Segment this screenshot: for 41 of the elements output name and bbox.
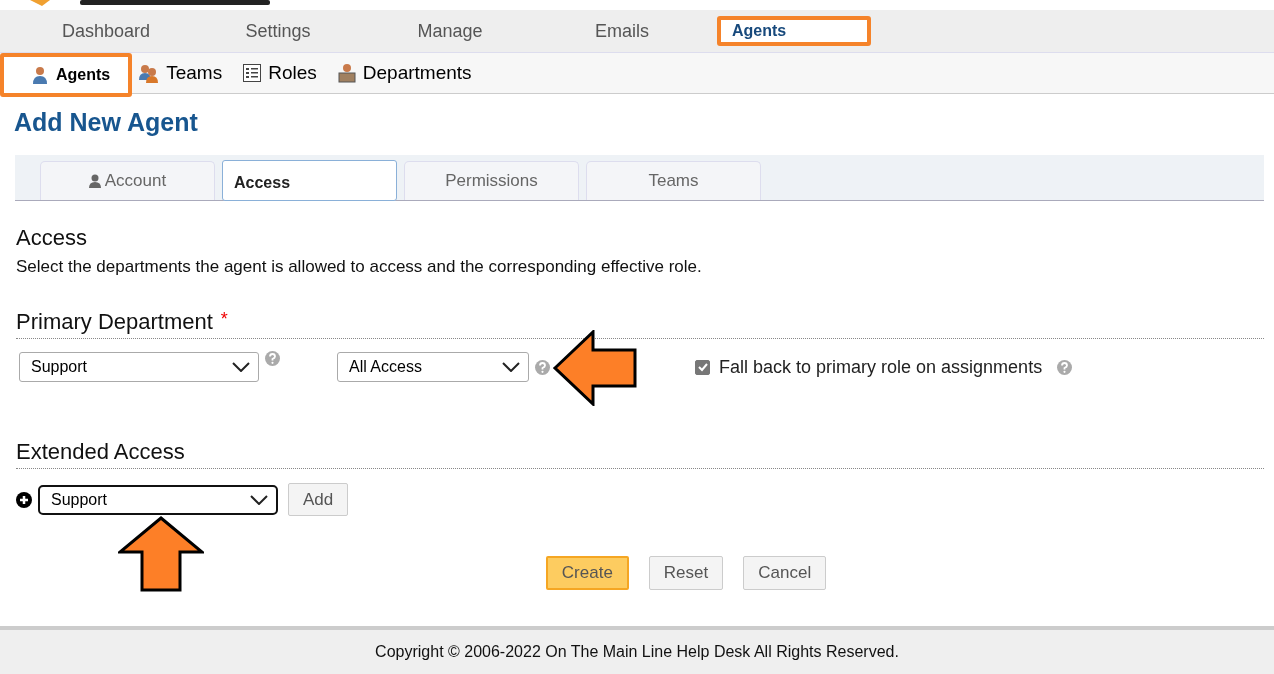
section-heading: Primary Department — [16, 309, 213, 335]
role-select[interactable]: All Access — [337, 352, 529, 382]
subnav-tab[interactable]: Roles — [236, 53, 331, 93]
nav-tab[interactable]: Manage — [364, 16, 536, 46]
person-icon — [30, 65, 50, 85]
form-tab[interactable]: Permissions — [404, 161, 579, 200]
checklist-icon — [242, 63, 263, 83]
chevron-down-icon — [232, 362, 250, 372]
nav-tab[interactable]: Agents — [717, 16, 871, 46]
add-button[interactable]: Add — [288, 483, 349, 516]
plus-icon — [16, 491, 32, 508]
people-icon — [138, 63, 161, 83]
help-icon[interactable] — [535, 359, 550, 375]
form-tab[interactable]: Teams — [586, 161, 761, 200]
help-icon[interactable] — [265, 351, 280, 366]
subnav-tab[interactable]: Agents — [0, 53, 133, 97]
person-at-desk-icon — [336, 63, 357, 83]
form-tab[interactable]: Account — [40, 161, 215, 200]
page-title: Add New Agent — [14, 108, 199, 137]
form-button[interactable]: Cancel — [743, 556, 827, 590]
section-title: Access — [16, 225, 88, 251]
nav-tab[interactable]: Settings — [192, 16, 364, 46]
department-select[interactable]: Support — [19, 352, 259, 382]
nav-tab[interactable]: Emails — [536, 16, 708, 46]
subnav-tab[interactable]: Departments — [330, 53, 486, 93]
required-mark: * — [220, 309, 228, 331]
department-select[interactable]: Support — [38, 484, 278, 515]
fallback-checkbox[interactable] — [695, 359, 710, 375]
subnav-tab[interactable]: Teams — [132, 53, 237, 93]
section-heading: Extended Access — [16, 439, 185, 465]
form-button[interactable]: Create — [545, 556, 629, 590]
chevron-down-icon — [250, 494, 268, 505]
help-icon[interactable] — [1057, 359, 1073, 375]
nav-tab[interactable]: Dashboard — [20, 16, 192, 46]
form-button[interactable]: Reset — [648, 556, 724, 590]
fallback-label: Fall back to primary role on assignments — [719, 356, 1043, 378]
section-description: Select the departments the agent is allowed to access and the corresponding effective role. — [16, 257, 703, 277]
footer: Copyright © 2006-2022 On The Main Line Help Desk All Rights Reserved. — [0, 626, 1274, 674]
user-icon — [88, 174, 101, 188]
chevron-down-icon — [502, 362, 520, 372]
form-tab[interactable]: Access — [222, 160, 397, 201]
